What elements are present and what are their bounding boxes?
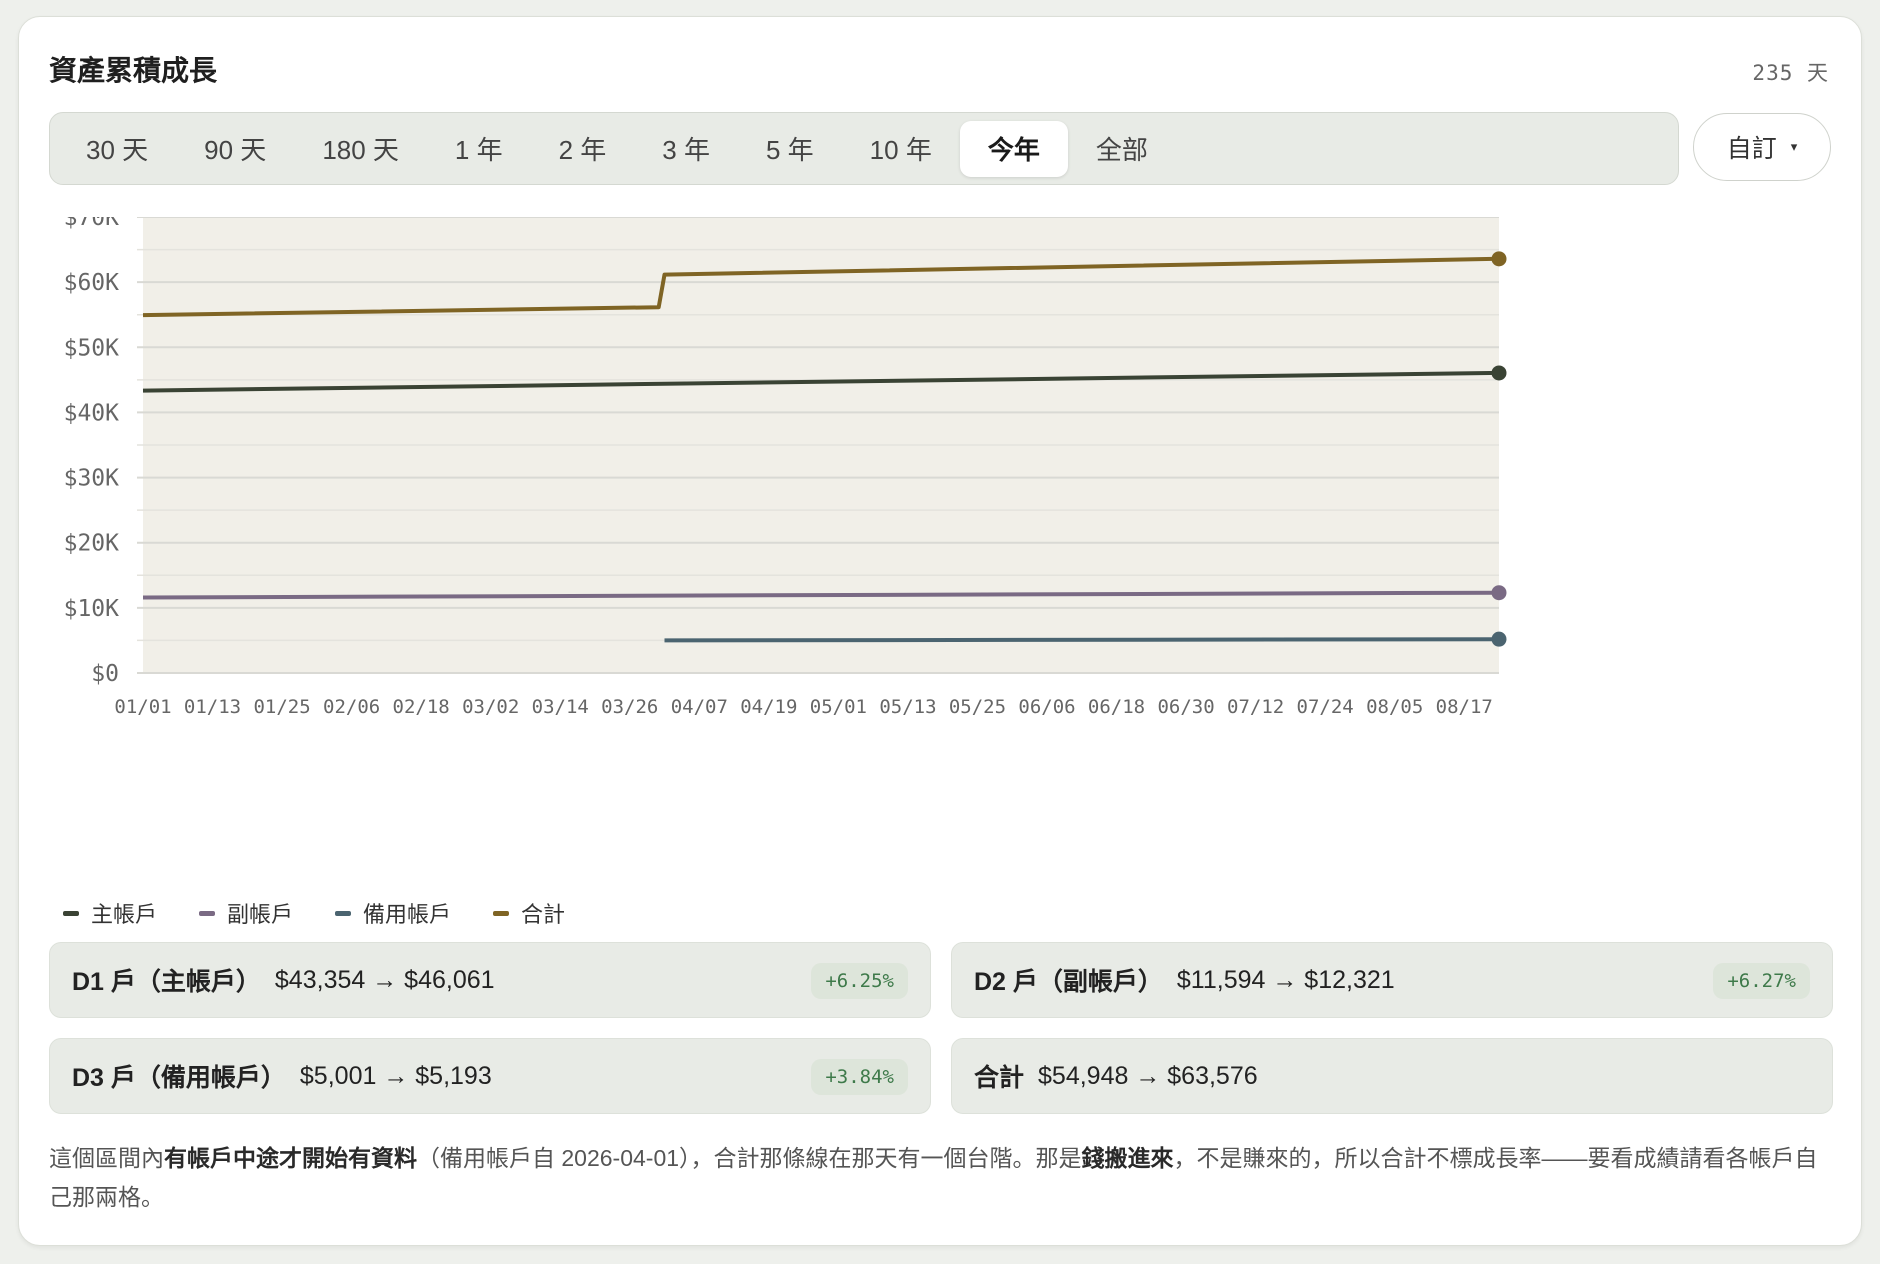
legend-item-backup: 備用帳戶	[335, 897, 451, 929]
legend-label-secondary: 副帳戶	[227, 902, 294, 927]
x-tick-label: 05/01	[810, 696, 867, 718]
range-90d[interactable]: 90 天	[176, 121, 294, 177]
caret-down-icon: ▾	[1790, 139, 1798, 154]
series-endpoint-3	[1491, 251, 1507, 267]
explanation-note: 這個區間內有帳戶中途才開始有資料（備用帳戶自 2026-04-01），合計那條線…	[49, 1139, 1839, 1217]
summary-name: 合計	[974, 1064, 1025, 1092]
legend-swatch-total	[493, 910, 510, 916]
range-10y[interactable]: 10 年	[842, 121, 960, 177]
x-tick-label: 08/17	[1436, 696, 1493, 718]
legend-item-total: 合計	[493, 897, 565, 929]
growth-badge: +6.27%	[1713, 963, 1810, 999]
summary-card-d2: D2 戶（副帳戶） $11,594 → $12,321 +6.27%	[951, 942, 1833, 1018]
range-180d[interactable]: 180 天	[294, 121, 427, 177]
y-tick-label: $70K	[64, 217, 120, 231]
note-emphasis-2: 錢搬進來	[1081, 1145, 1174, 1171]
summary-change: $54,948 → $63,576	[1038, 1061, 1258, 1090]
legend-swatch-secondary	[199, 910, 216, 916]
day-count: 235 天	[1752, 61, 1829, 85]
x-tick-label: 01/01	[114, 696, 171, 718]
y-tick-label: $10K	[64, 596, 120, 622]
x-tick-label: 04/07	[671, 696, 728, 718]
summary-change: $5,001 → $5,193	[299, 1061, 492, 1090]
x-tick-label: 04/19	[740, 696, 797, 718]
x-tick-label: 06/06	[1018, 696, 1075, 718]
summary-name: D1 戶（主帳戶）	[72, 968, 261, 996]
y-tick-label: $40K	[64, 400, 120, 426]
summary-card-d3: D3 戶（備用帳戶） $5,001 → $5,193 +3.84%	[49, 1038, 931, 1114]
range-30d[interactable]: 30 天	[58, 121, 176, 177]
legend-label-main: 主帳戶	[91, 902, 158, 927]
range-1y[interactable]: 1 年	[427, 121, 531, 177]
summary-change: $43,354 → $46,061	[274, 965, 495, 994]
y-tick-label: $30K	[64, 466, 120, 492]
x-tick-label: 07/12	[1227, 696, 1284, 718]
legend-item-secondary: 副帳戶	[199, 897, 293, 929]
x-tick-label: 05/13	[879, 696, 936, 718]
series-endpoint-1	[1491, 585, 1507, 601]
summary-name: D3 戶（備用帳戶）	[72, 1064, 286, 1092]
summary-card-total: 合計 $54,948 → $63,576	[951, 1038, 1833, 1114]
growth-badge: +6.25%	[811, 963, 908, 999]
summary-change: $11,594 → $12,321	[1176, 965, 1395, 994]
custom-range-label: 自訂	[1726, 135, 1777, 163]
summary-name: D2 戶（副帳戶）	[974, 968, 1163, 996]
range-5y[interactable]: 5 年	[738, 121, 842, 177]
x-tick-label: 03/14	[532, 696, 589, 718]
x-tick-label: 01/25	[253, 696, 310, 718]
series-endpoint-2	[1491, 631, 1507, 647]
chart-legend: 主帳戶 副帳戶 備用帳戶 合計	[63, 897, 607, 929]
legend-swatch-main	[63, 910, 79, 916]
y-tick-label: $20K	[64, 531, 120, 557]
range-ytd[interactable]: 今年	[959, 120, 1068, 177]
legend-label-total: 合計	[521, 902, 566, 927]
note-text-1: 這個區間內	[49, 1145, 164, 1171]
series-endpoint-0	[1491, 365, 1507, 381]
y-tick-label: $50K	[64, 335, 120, 361]
y-tick-label: $0	[91, 661, 119, 687]
x-tick-label: 06/18	[1088, 696, 1145, 718]
x-tick-label: 06/30	[1157, 696, 1214, 718]
series-line-2	[664, 637, 1500, 643]
x-tick-label: 07/24	[1297, 696, 1354, 718]
legend-label-backup: 備用帳戶	[363, 902, 452, 927]
x-tick-label: 02/06	[323, 696, 380, 718]
legend-swatch-backup	[335, 910, 352, 916]
y-tick-label: $60K	[64, 270, 120, 296]
x-tick-label: 05/25	[949, 696, 1006, 718]
range-selector: 30 天 90 天 180 天 1 年 2 年 3 年 5 年 10 年 今年 …	[49, 112, 1679, 185]
custom-range-button[interactable]: 自訂 ▾	[1693, 113, 1831, 181]
x-tick-label: 08/05	[1366, 696, 1423, 718]
x-tick-label: 03/02	[462, 696, 519, 718]
note-text-2: （備用帳戶自 2026-04-01），合計那條線在那天有一個台階。那是	[417, 1145, 1082, 1171]
summary-card-d1: D1 戶（主帳戶） $43,354 → $46,061 +6.25%	[49, 942, 931, 1018]
x-tick-label: 03/26	[601, 696, 658, 718]
note-emphasis-1: 有帳戶中途才開始有資料	[164, 1145, 417, 1171]
range-2y[interactable]: 2 年	[531, 121, 635, 177]
asset-growth-card: 資產累積成長 235 天 30 天 90 天 180 天 1 年 2 年 3 年…	[18, 16, 1862, 1246]
range-3y[interactable]: 3 年	[634, 121, 738, 177]
growth-badge: +3.84%	[811, 1059, 908, 1095]
asset-growth-chart: $0 $10K $20K $30K $40K $50K $60K $70K 01/01 01/13…	[64, 217, 1507, 718]
range-all[interactable]: 全部	[1068, 121, 1176, 177]
legend-item-main: 主帳戶	[63, 897, 157, 929]
x-tick-label: 02/18	[393, 696, 450, 718]
card-title: 資產累積成長	[49, 55, 218, 86]
x-tick-label: 01/13	[184, 696, 241, 718]
